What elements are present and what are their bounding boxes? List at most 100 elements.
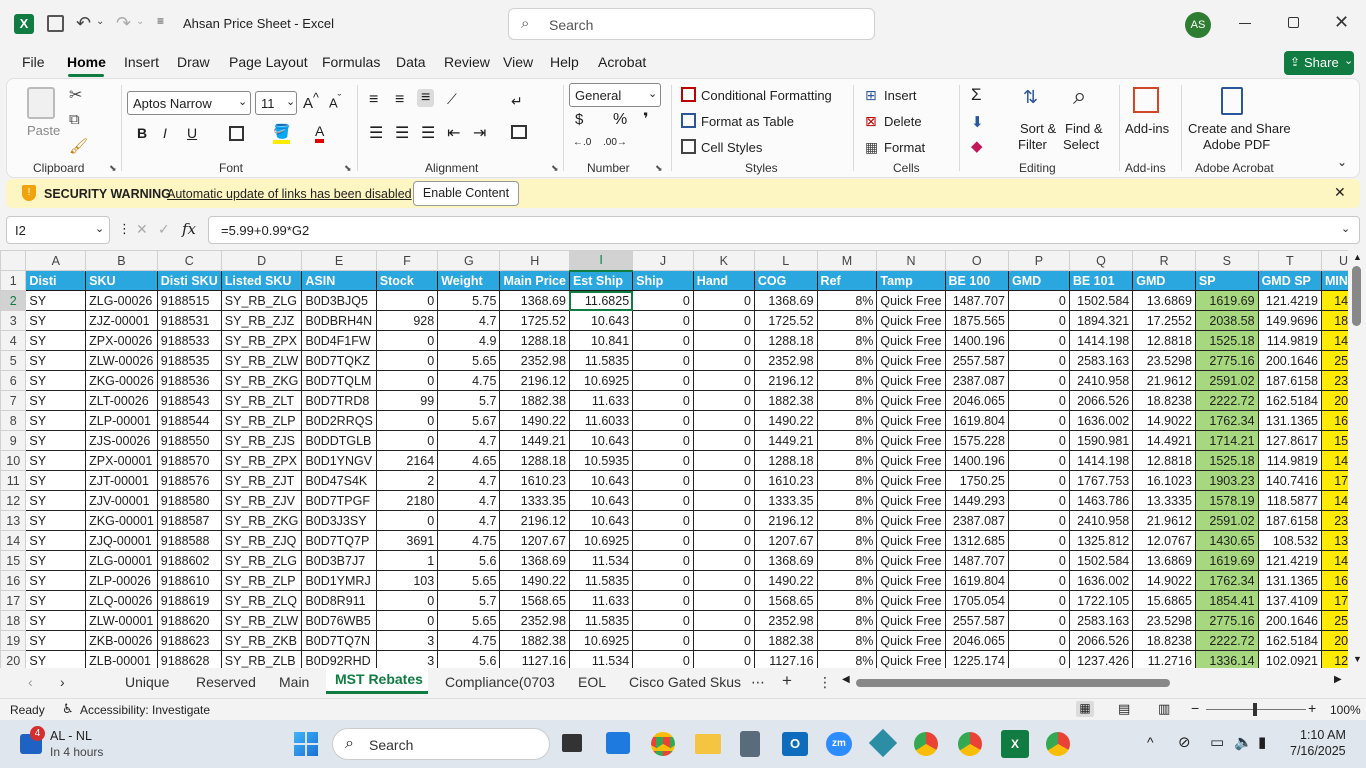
cell[interactable]: 0 — [632, 490, 694, 511]
cell[interactable]: 4.7 — [437, 430, 501, 451]
row-header[interactable]: 9 — [0, 430, 27, 451]
file-explorer-icon[interactable] — [695, 734, 721, 754]
cell[interactable]: 1568.65 — [499, 590, 570, 611]
cell[interactable]: 1610.23 — [753, 470, 818, 491]
cell[interactable]: ZJV-00001 — [85, 490, 158, 511]
cell[interactable]: 0 — [692, 630, 755, 651]
cell[interactable]: 0 — [632, 450, 694, 471]
column-header[interactable]: N — [876, 250, 946, 271]
row-header[interactable]: 1 — [0, 270, 27, 291]
cell[interactable]: 200.1646 — [1257, 350, 1323, 371]
cell[interactable]: 9188576 — [156, 470, 222, 491]
cell[interactable]: 0 — [375, 350, 439, 371]
sheet-tab-cisco[interactable]: Cisco Gated Skus — [629, 674, 741, 690]
cell[interactable]: 0 — [1007, 550, 1070, 571]
cell[interactable]: SY — [25, 410, 87, 431]
cell[interactable]: 162.5184 — [1257, 630, 1323, 651]
column-header[interactable]: K — [692, 250, 755, 271]
cell[interactable]: 99 — [375, 390, 439, 411]
insert-function-icon[interactable]: fx — [182, 220, 196, 238]
cell[interactable]: 0 — [692, 430, 755, 451]
cell[interactable]: 4.7 — [437, 470, 501, 491]
cell[interactable]: 2046.065 — [944, 630, 1009, 651]
cell[interactable]: 9188531 — [156, 310, 222, 331]
cell[interactable]: 0 — [1007, 310, 1070, 331]
cell[interactable]: SY — [25, 430, 87, 451]
cell[interactable]: 0 — [1007, 350, 1070, 371]
table-header-cell[interactable]: Est Ship — [568, 270, 634, 291]
hscroll-thumb[interactable] — [856, 679, 1170, 687]
share-button[interactable]: ⇪ Share ⌄ — [1284, 51, 1354, 75]
vertical-scrollbar[interactable]: ▲ ▼ — [1348, 250, 1366, 668]
cell[interactable]: 2591.02 — [1194, 510, 1259, 531]
cell[interactable]: 4.9 — [437, 330, 501, 351]
cell[interactable]: B0D3B7J7 — [301, 550, 377, 571]
cell[interactable]: 2557.587 — [944, 350, 1009, 371]
cell[interactable]: 1463.786 — [1068, 490, 1134, 511]
cell[interactable]: Quick Free — [876, 390, 946, 411]
cell[interactable]: 2196.12 — [753, 370, 818, 391]
decrease-indent-icon[interactable]: ⇤ — [447, 123, 460, 143]
cell[interactable]: 9188570 — [156, 450, 222, 471]
formula-input[interactable]: =5.99+0.99*G2 ⌄ — [208, 216, 1360, 244]
app-diamond-icon[interactable] — [868, 728, 898, 758]
cell[interactable]: Quick Free — [876, 570, 946, 591]
cell[interactable]: SY_RB_ZLW — [220, 350, 303, 371]
cell[interactable]: 14.9022 — [1132, 570, 1196, 591]
cell[interactable]: 10.841 — [568, 330, 634, 351]
column-header[interactable]: A — [25, 250, 87, 271]
cell[interactable]: 9188543 — [156, 390, 222, 411]
cell[interactable]: 2410.958 — [1068, 370, 1134, 391]
chrome-profile3-icon[interactable] — [1046, 732, 1070, 756]
cell[interactable]: 2775.16 — [1194, 610, 1259, 631]
row-header[interactable]: 18 — [0, 610, 27, 631]
cell[interactable]: 2066.526 — [1068, 630, 1134, 651]
wrap-text-icon[interactable]: ↵ — [511, 93, 523, 110]
worksheet[interactable]: A B C D E F G H I J K L M N O P Q R S T U 1 Disti SKU Disti SKU L… — [0, 250, 1366, 668]
cell[interactable]: 1368.69 — [499, 290, 570, 311]
clock-time[interactable]: 1:10 AM — [1300, 728, 1346, 742]
cell[interactable]: 21.9612 — [1132, 370, 1196, 391]
row-header[interactable]: 10 — [0, 450, 27, 471]
cell[interactable]: 1590.981 — [1068, 430, 1134, 451]
currency-icon[interactable]: $ — [575, 111, 583, 128]
column-header[interactable]: J — [632, 250, 694, 271]
cell[interactable]: ZPX-00026 — [85, 330, 158, 351]
orientation-icon[interactable]: ⟋ — [447, 91, 457, 108]
cell[interactable]: 9188535 — [156, 350, 222, 371]
cell[interactable]: 1767.753 — [1068, 470, 1134, 491]
table-header-cell[interactable]: GMD SP — [1257, 270, 1323, 291]
table-header-cell[interactable]: Ref — [816, 270, 878, 291]
store-icon[interactable] — [606, 732, 630, 754]
cell[interactable]: 10.6925 — [568, 630, 634, 651]
cell[interactable]: SY_RB_ZJQ — [220, 530, 303, 551]
table-header-cell[interactable]: GMD — [1132, 270, 1196, 291]
cell[interactable]: 928 — [375, 310, 439, 331]
select-all-corner[interactable] — [0, 250, 27, 271]
cell[interactable]: ZLT-00026 — [85, 390, 158, 411]
borders-icon[interactable] — [229, 126, 244, 141]
cell[interactable]: 1762.34 — [1194, 410, 1259, 431]
volume-icon[interactable]: 🔈 — [1234, 733, 1253, 751]
cell[interactable]: 1400.196 — [944, 450, 1009, 471]
column-header[interactable]: P — [1007, 250, 1070, 271]
insert-cells-button[interactable]: Insert — [884, 88, 917, 103]
table-header-cell[interactable]: COG — [753, 270, 818, 291]
cell[interactable]: 2410.958 — [1068, 510, 1134, 531]
cell[interactable]: 0 — [1007, 370, 1070, 391]
format-as-table-button[interactable]: Format as Table — [701, 114, 794, 129]
display-icon[interactable]: ▭ — [1210, 733, 1224, 751]
cell[interactable]: SY — [25, 590, 87, 611]
cell[interactable]: 11.6033 — [568, 410, 634, 431]
cell[interactable]: SY — [25, 330, 87, 351]
cell[interactable]: 2352.98 — [753, 610, 818, 631]
enable-content-button[interactable]: Enable Content — [413, 181, 519, 206]
cell[interactable]: 3691 — [375, 530, 439, 551]
cell[interactable]: 0 — [375, 430, 439, 451]
font-launcher-icon[interactable]: ⬊ — [344, 163, 352, 174]
cell[interactable]: 0 — [632, 650, 694, 668]
cell[interactable]: 0 — [632, 410, 694, 431]
font-color-icon[interactable]: A — [315, 123, 325, 143]
cell[interactable]: 1619.69 — [1194, 290, 1259, 311]
cell[interactable]: 1882.38 — [753, 390, 818, 411]
